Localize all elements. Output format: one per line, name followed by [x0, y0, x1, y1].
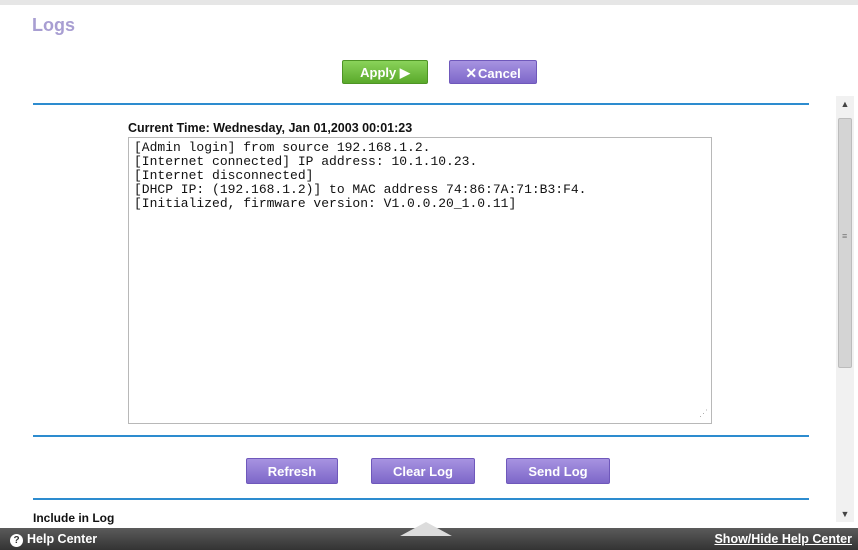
current-time: Current Time: Wednesday, Jan 01,2003 00:… [128, 121, 413, 135]
grip-icon: ≡ [842, 231, 848, 241]
send-log-button[interactable]: Send Log [506, 458, 610, 484]
x-icon: ✕ [465, 65, 478, 81]
show-hide-help-link[interactable]: Show/Hide Help Center [714, 532, 852, 546]
divider-top [33, 103, 809, 105]
cancel-label: Cancel [478, 66, 521, 81]
apply-button[interactable]: Apply ▶ [342, 60, 428, 84]
log-line: [Internet disconnected] [134, 168, 314, 183]
refresh-button[interactable]: Refresh [246, 458, 338, 484]
log-line: [Initialized, firmware version: V1.0.0.2… [134, 196, 517, 211]
help-bar: ? Help Center Show/Hide Help Center [0, 522, 858, 550]
scroll-up-arrow-icon[interactable]: ▲ [836, 96, 854, 112]
log-textarea[interactable]: [Admin login] from source 192.168.1.2. [… [128, 137, 712, 424]
help-center-label: Help Center [27, 532, 98, 546]
help-center-link[interactable]: ? Help Center [10, 532, 97, 547]
page-title: Logs [32, 15, 75, 35]
clear-log-button[interactable]: Clear Log [371, 458, 475, 484]
scroll-down-arrow-icon[interactable]: ▼ [836, 506, 854, 522]
scroll-thumb[interactable]: ≡ [838, 118, 852, 368]
page-scrollbar[interactable]: ▲ ≡ ▼ [836, 96, 854, 522]
log-line: [Admin login] from source 192.168.1.2. [134, 140, 431, 155]
cancel-button[interactable]: ✕Cancel [449, 60, 537, 84]
divider-bottom [33, 498, 809, 500]
question-icon: ? [10, 534, 23, 547]
divider-middle [33, 435, 809, 437]
log-line: [Internet connected] IP address: 10.1.10… [134, 154, 478, 169]
include-in-log-heading: Include in Log [33, 511, 115, 525]
resize-grip-icon[interactable]: ⋰ [699, 407, 708, 421]
top-strip [0, 0, 858, 5]
log-line: [DHCP IP: (192.168.1.2)] to MAC address … [134, 182, 587, 197]
help-toggle-tab[interactable] [400, 522, 452, 536]
